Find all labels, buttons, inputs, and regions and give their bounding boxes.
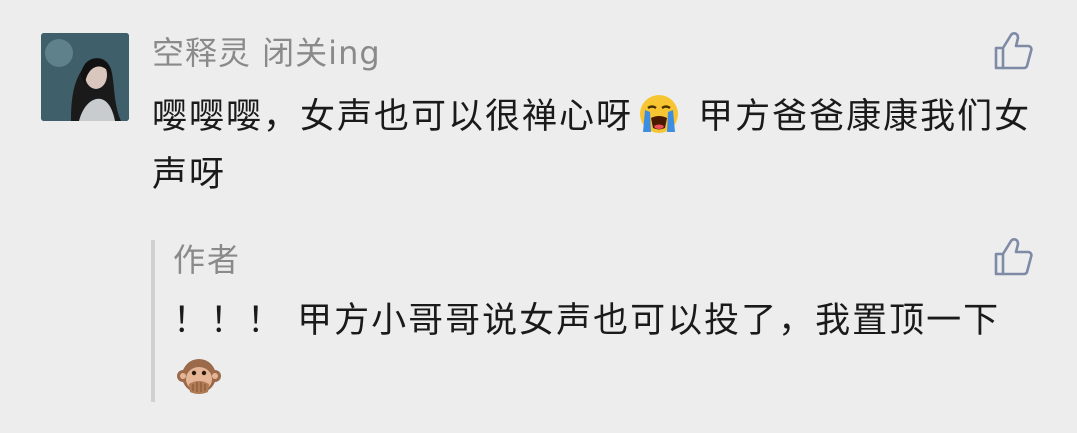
avatar-image [41, 33, 129, 121]
comment-text-part1: 嘤嘤嘤，女声也可以很禅心呀 [152, 97, 634, 137]
user-avatar[interactable] [41, 33, 129, 121]
reply-text: ！！！ 甲方小哥哥说女声也可以投了，我置顶一下 [173, 292, 1033, 408]
thumbs-up-icon [994, 32, 1033, 70]
thumbs-up-icon [994, 238, 1033, 276]
loudly-crying-face-icon [637, 92, 681, 136]
speak-no-evil-monkey-icon [177, 354, 221, 398]
like-button[interactable] [992, 30, 1034, 72]
reply-text-content: ！！！ 甲方小哥哥说女声也可以投了，我置顶一下 [173, 301, 1001, 341]
reply-like-button[interactable] [992, 236, 1034, 278]
commenter-name[interactable]: 空释灵 闭关ing [152, 30, 381, 76]
comment-text: 嘤嘤嘤，女声也可以很禅心呀 甲方爸爸康康我们女声呀 [152, 88, 1032, 204]
reply-author-label: 作者 [173, 241, 242, 279]
reply-divider [151, 240, 155, 402]
